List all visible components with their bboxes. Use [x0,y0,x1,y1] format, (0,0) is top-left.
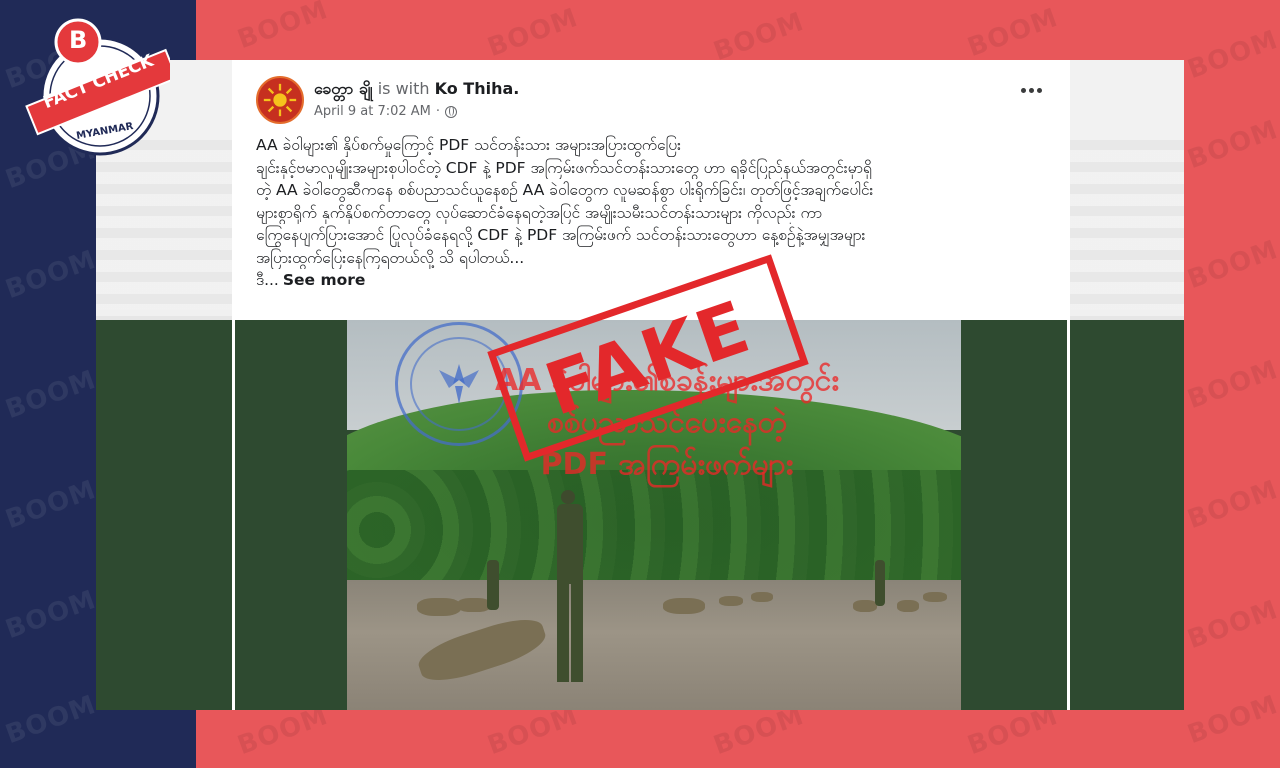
post-body-line: များစွာရိုက် နှက်နှိပ်စက်တာတွေ လုပ်ဆောင်… [256,203,823,222]
lying-soldier [719,596,743,606]
with-label: is with [377,79,430,98]
page-avatar[interactable] [256,76,304,124]
lying-soldier [897,600,919,612]
timestamp-link[interactable]: April 9 at 7:02 AM [314,104,431,119]
post-body-line: ကြွေနေပျက်ပြားအောင် ပြုလုပ်ခံနေရလို့ CDF… [256,226,866,244]
distant-soldier [487,560,501,610]
lying-soldier [923,592,947,602]
post-body-line: AA ခဲဝါများ၏ နှိပ်စက်မှုကြောင့် PDF သင်တ… [256,136,682,154]
post-body: AA ခဲဝါများ၏ နှိပ်စက်မှုကြောင့် PDF သင်တ… [256,134,1056,292]
post-body-line: တဲ့ AA ခဲဝါတွေဆီကနေ စစ်ပညာသင်ယူနေစဉ် AA … [256,181,874,199]
globe-icon[interactable] [445,105,458,118]
post-body-line: ဒီ... [256,271,279,289]
lying-soldier [751,592,773,602]
sun-logo-icon [263,83,297,117]
lying-soldier [853,600,877,612]
standing-soldier [553,490,603,690]
more-icon[interactable] [1021,88,1042,93]
overlay-line: PDF အကြမ်းဖက်များ [540,447,794,482]
post-meta: April 9 at 7:02 AM · [314,104,458,119]
author-line: ခေတ္တာ ချို is with Ko Thiha. [314,79,520,98]
post-body-line: ချင်းနှင့်ဗမာလူမျိုးအများစုပါဝင်တဲ့ CDF … [256,158,872,177]
badge-letter: B [69,26,88,54]
see-more-link[interactable]: See more [283,271,366,289]
tagged-user-link[interactable]: Ko Thiha [435,79,514,98]
lying-soldier [663,598,705,614]
lying-soldier [457,598,491,612]
lying-soldier [417,598,461,616]
boom-fact-check-badge: B FACT CHECK MYANMAR [20,14,179,159]
post-body-line: အပြားထွက်ပြေးနေကြရတယ်လို့ သိ ရပါတယ်... [256,248,525,267]
author-name-link[interactable]: ခေတ္တာ ချို [314,79,373,98]
distant-soldier [875,560,887,606]
post-header: ခေတ္တာ ချို is with Ko Thiha. April 9 at… [232,60,1070,130]
